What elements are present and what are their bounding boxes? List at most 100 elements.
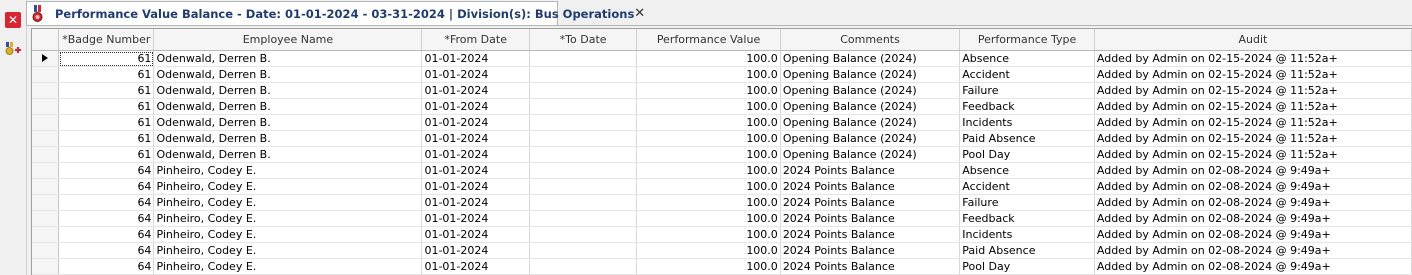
- cell-from-date[interactable]: 01-01-2024: [421, 130, 530, 147]
- cell-badge[interactable]: 64: [58, 162, 155, 179]
- cell-badge[interactable]: 61: [58, 146, 155, 163]
- row-indicator[interactable]: [32, 210, 60, 227]
- row-indicator[interactable]: [32, 130, 60, 147]
- cell-employee-name[interactable]: Pinheiro, Codey E.: [153, 210, 423, 227]
- cell-audit[interactable]: Added by Admin on 02-08-2024 @ 9:49a+: [1094, 162, 1412, 179]
- cell-performance-type[interactable]: Paid Absence: [959, 242, 1095, 259]
- cell-to-date[interactable]: [529, 82, 638, 99]
- column-header-employee[interactable]: Employee Name: [153, 29, 423, 51]
- table-row[interactable]: 64 Pinheiro, Codey E. 01-01-2024 100.0 2024 …: [32, 162, 1412, 179]
- cell-performance-type[interactable]: Failure: [959, 194, 1095, 211]
- cell-badge[interactable]: 61: [58, 114, 155, 131]
- cell-performance-value[interactable]: 100.0: [636, 66, 781, 83]
- cell-to-date[interactable]: [529, 258, 638, 275]
- cell-audit[interactable]: Added by Admin on 02-08-2024 @ 9:49a+: [1094, 194, 1412, 211]
- cell-employee-name[interactable]: Odenwald, Derren B.: [153, 130, 423, 147]
- cell-to-date[interactable]: [529, 226, 638, 243]
- cell-performance-type[interactable]: Absence: [959, 162, 1095, 179]
- cell-audit[interactable]: Added by Admin on 02-15-2024 @ 11:52a+: [1094, 66, 1412, 83]
- cell-audit[interactable]: Added by Admin on 02-08-2024 @ 9:49a+: [1094, 226, 1412, 243]
- column-header-audit[interactable]: Audit: [1094, 29, 1412, 51]
- cell-performance-value[interactable]: 100.0: [636, 178, 781, 195]
- cell-performance-type[interactable]: Accident: [959, 66, 1095, 83]
- table-row[interactable]: 61 Odenwald, Derren B. 01-01-2024 100.0 Open…: [32, 146, 1412, 163]
- cell-performance-value[interactable]: 100.0: [636, 146, 781, 163]
- cell-from-date[interactable]: 01-01-2024: [421, 242, 530, 259]
- cell-from-date[interactable]: 01-01-2024: [421, 146, 530, 163]
- cell-performance-value[interactable]: 100.0: [636, 194, 781, 211]
- cell-to-date[interactable]: [529, 98, 638, 115]
- cell-audit[interactable]: Added by Admin on 02-15-2024 @ 11:52a+: [1094, 50, 1412, 67]
- cell-employee-name[interactable]: Odenwald, Derren B.: [153, 146, 423, 163]
- cell-comments[interactable]: Opening Balance (2024): [780, 114, 961, 131]
- cell-performance-value[interactable]: 100.0: [636, 98, 781, 115]
- cell-badge[interactable]: 61: [58, 50, 155, 67]
- row-indicator[interactable]: [32, 146, 60, 163]
- cell-badge[interactable]: 64: [58, 178, 155, 195]
- cell-performance-type[interactable]: Paid Absence: [959, 130, 1095, 147]
- cell-comments[interactable]: 2024 Points Balance: [780, 226, 961, 243]
- cell-employee-name[interactable]: Odenwald, Derren B.: [153, 50, 423, 67]
- column-header-performance-value[interactable]: Performance Value: [636, 29, 781, 51]
- row-indicator[interactable]: [32, 50, 60, 67]
- tab-close-icon[interactable]: ✕: [634, 6, 645, 21]
- cell-badge[interactable]: 64: [58, 258, 155, 275]
- column-header-comments[interactable]: Comments: [780, 29, 961, 51]
- row-indicator[interactable]: [32, 194, 60, 211]
- cell-performance-value[interactable]: 100.0: [636, 82, 781, 99]
- column-header-to-date[interactable]: *To Date: [529, 29, 638, 51]
- cell-comments[interactable]: 2024 Points Balance: [780, 210, 961, 227]
- cell-from-date[interactable]: 01-01-2024: [421, 226, 530, 243]
- row-indicator[interactable]: [32, 66, 60, 83]
- cell-comments[interactable]: Opening Balance (2024): [780, 82, 961, 99]
- table-row[interactable]: 61 Odenwald, Derren B. 01-01-2024 100.0 Open…: [32, 114, 1412, 131]
- cell-to-date[interactable]: [529, 242, 638, 259]
- cell-performance-type[interactable]: Absence: [959, 50, 1095, 67]
- cell-to-date[interactable]: [529, 130, 638, 147]
- cell-from-date[interactable]: 01-01-2024: [421, 98, 530, 115]
- cell-from-date[interactable]: 01-01-2024: [421, 82, 530, 99]
- cell-performance-value[interactable]: 100.0: [636, 162, 781, 179]
- table-row[interactable]: 64 Pinheiro, Codey E. 01-01-2024 100.0 2024 …: [32, 242, 1412, 259]
- cell-performance-value[interactable]: 100.0: [636, 258, 781, 275]
- cell-audit[interactable]: Added by Admin on 02-15-2024 @ 11:52a+: [1094, 82, 1412, 99]
- close-icon[interactable]: ✕: [5, 12, 21, 28]
- cell-to-date[interactable]: [529, 162, 638, 179]
- cell-employee-name[interactable]: Odenwald, Derren B.: [153, 66, 423, 83]
- cell-comments[interactable]: 2024 Points Balance: [780, 242, 961, 259]
- cell-employee-name[interactable]: Pinheiro, Codey E.: [153, 242, 423, 259]
- table-row[interactable]: 64 Pinheiro, Codey E. 01-01-2024 100.0 2024 …: [32, 210, 1412, 227]
- cell-performance-type[interactable]: Accident: [959, 178, 1095, 195]
- cell-performance-type[interactable]: Failure: [959, 82, 1095, 99]
- table-row[interactable]: 64 Pinheiro, Codey E. 01-01-2024 100.0 2024 …: [32, 258, 1412, 275]
- row-indicator[interactable]: [32, 162, 60, 179]
- cell-employee-name[interactable]: Odenwald, Derren B.: [153, 98, 423, 115]
- cell-performance-type[interactable]: Feedback: [959, 210, 1095, 227]
- cell-performance-type[interactable]: Pool Day: [959, 258, 1095, 275]
- cell-comments[interactable]: Opening Balance (2024): [780, 50, 961, 67]
- cell-to-date[interactable]: [529, 50, 638, 67]
- cell-from-date[interactable]: 01-01-2024: [421, 258, 530, 275]
- table-row[interactable]: 61 Odenwald, Derren B. 01-01-2024 100.0 Open…: [32, 50, 1412, 67]
- award-add-icon[interactable]: [4, 40, 22, 58]
- cell-to-date[interactable]: [529, 66, 638, 83]
- cell-comments[interactable]: 2024 Points Balance: [780, 178, 961, 195]
- cell-badge[interactable]: 61: [58, 66, 155, 83]
- cell-badge[interactable]: 61: [58, 130, 155, 147]
- cell-performance-value[interactable]: 100.0: [636, 210, 781, 227]
- row-indicator[interactable]: [32, 258, 60, 275]
- cell-from-date[interactable]: 01-01-2024: [421, 50, 530, 67]
- cell-performance-value[interactable]: 100.0: [636, 130, 781, 147]
- cell-employee-name[interactable]: Pinheiro, Codey E.: [153, 194, 423, 211]
- cell-performance-type[interactable]: Pool Day: [959, 146, 1095, 163]
- cell-from-date[interactable]: 01-01-2024: [421, 66, 530, 83]
- row-indicator[interactable]: [32, 242, 60, 259]
- cell-from-date[interactable]: 01-01-2024: [421, 194, 530, 211]
- table-row[interactable]: 64 Pinheiro, Codey E. 01-01-2024 100.0 2024 …: [32, 226, 1412, 243]
- column-header-performance-type[interactable]: Performance Type: [959, 29, 1095, 51]
- cell-performance-type[interactable]: Feedback: [959, 98, 1095, 115]
- table-row[interactable]: 61 Odenwald, Derren B. 01-01-2024 100.0 Open…: [32, 130, 1412, 147]
- cell-comments[interactable]: Opening Balance (2024): [780, 130, 961, 147]
- cell-comments[interactable]: 2024 Points Balance: [780, 194, 961, 211]
- row-indicator[interactable]: [32, 178, 60, 195]
